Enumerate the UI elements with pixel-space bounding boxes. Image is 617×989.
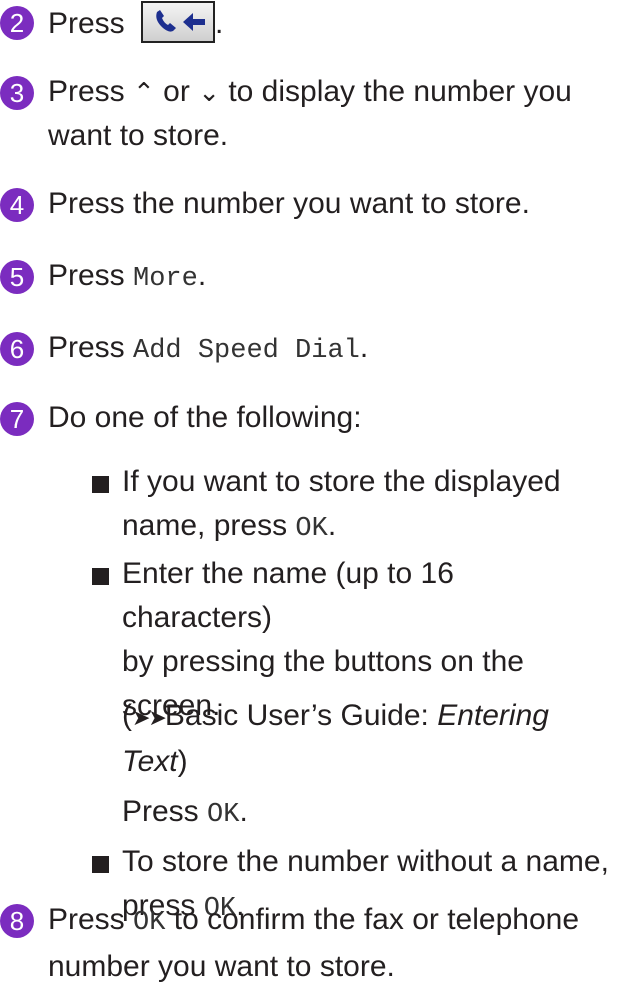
step-number: 4 <box>0 188 34 222</box>
down-arrow-icon: ⌄ <box>198 77 220 107</box>
add-speed-dial-key: Add Speed Dial <box>133 336 360 366</box>
step-number: 2 <box>0 6 34 40</box>
step-text: Press the number you want to store. <box>48 187 530 220</box>
phone-back-button[interactable] <box>141 1 216 44</box>
instruction-page: 2 Press . 3 Press ⌃ or ⌄ to display the … <box>0 0 617 985</box>
step-text: Press <box>48 7 134 40</box>
ok-key: OK <box>133 908 166 938</box>
option-2-press: Press OK. <box>122 795 248 830</box>
step-number: 5 <box>0 260 34 294</box>
reference-arrows-icon: ➤➤ <box>132 705 167 730</box>
option-1: If you want to store the displayed name,… <box>122 465 561 544</box>
step-number: 3 <box>0 76 34 110</box>
step-number: 6 <box>0 332 34 366</box>
up-arrow-icon: ⌃ <box>133 77 155 107</box>
step-text: Do one of the following: <box>48 401 362 434</box>
option-2-reference: (➤➤Basic User’s Guide: Entering Text) <box>122 699 549 778</box>
step-number: 7 <box>0 402 34 436</box>
step-number: 8 <box>0 904 34 938</box>
phone-back-icon <box>156 10 206 32</box>
more-key: More <box>133 264 198 294</box>
